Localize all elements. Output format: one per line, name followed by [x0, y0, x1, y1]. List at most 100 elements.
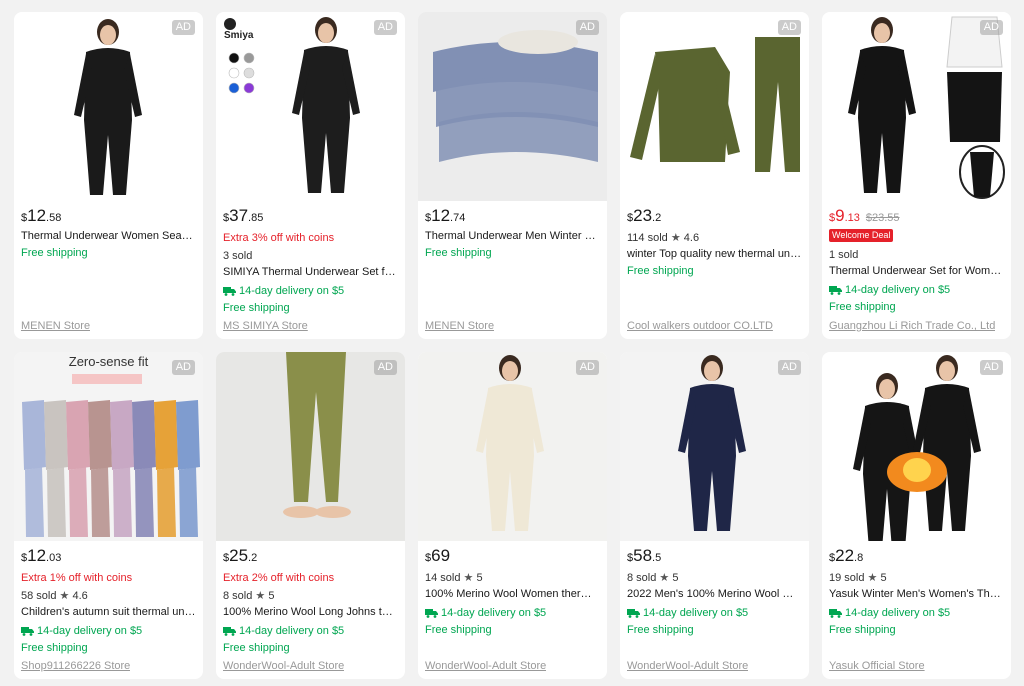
sales-rating-row: 8 sold ★ 5 — [627, 571, 802, 586]
sold-count: 58 sold — [21, 590, 57, 602]
price-decimal: .03 — [46, 552, 62, 564]
ad-badge: AD — [373, 360, 397, 375]
store-link[interactable]: Shop911266226 Store — [21, 660, 130, 672]
product-image[interactable]: AD — [620, 12, 809, 201]
delivery-text: 14-day delivery on $5 — [37, 625, 143, 637]
product-price: $12.03 — [21, 546, 196, 568]
free-shipping-label: Free shipping — [223, 302, 290, 314]
price-decimal: .74 — [450, 212, 466, 224]
store-link[interactable]: WonderWool-Adult Store — [425, 660, 546, 672]
delivery-info: 14-day delivery on $5 — [829, 283, 1004, 298]
product-image[interactable]: AD — [620, 352, 809, 541]
product-title[interactable]: Thermal Underwear Men Winter Fleece Line… — [425, 229, 600, 244]
store-link[interactable]: MENEN Store — [425, 320, 494, 332]
product-title[interactable]: winter Top quality new thermal underwear… — [627, 247, 802, 262]
star-icon: ★ — [252, 590, 269, 602]
free-shipping-label: Free shipping — [425, 624, 492, 636]
free-shipping-label: Free shipping — [223, 642, 290, 654]
price-integer: 12 — [27, 546, 47, 565]
free-shipping-label: Free shipping — [21, 247, 88, 259]
sold-count: 1 sold — [829, 249, 859, 261]
product-image[interactable]: Zero-sense fit AD — [14, 352, 203, 541]
product-price: $37.85 — [223, 206, 398, 228]
truck-icon — [21, 627, 34, 636]
rating-value: 5 — [476, 572, 483, 584]
product-image[interactable]: AD — [822, 12, 1011, 201]
product-card[interactable]: AD $25.2 Extra 2% off with coins 8 sold ★ 5… — [216, 352, 405, 679]
price-integer: 12 — [27, 206, 47, 225]
price-integer: 69 — [431, 546, 451, 565]
price-integer: 37 — [229, 206, 249, 225]
truck-icon — [425, 609, 438, 618]
product-title[interactable]: Yasuk Winter Men's Women's Thermal Under… — [829, 587, 1004, 602]
product-image[interactable]: Smiya AD — [216, 12, 405, 201]
product-card[interactable]: AD $9.13 $23.55 Welcome Deal 1 sold Thermal U… — [822, 12, 1011, 339]
store-link[interactable]: Yasuk Official Store — [829, 660, 925, 672]
product-title[interactable]: 100% Merino Wool Women thermal underwear… — [425, 587, 600, 602]
product-title[interactable]: Thermal Underwear Women Seamless Thermal… — [21, 229, 196, 244]
product-image[interactable]: AD — [418, 352, 607, 541]
sales-rating-row: 58 sold ★ 4.6 — [21, 589, 196, 604]
product-price: $12.58 — [21, 206, 196, 228]
delivery-text: 14-day delivery on $5 — [643, 607, 749, 619]
price-decimal: .13 — [844, 212, 860, 224]
rating-value: 4.6 — [72, 590, 88, 602]
sold-count: 14 sold — [425, 572, 461, 584]
rating-value: 5 — [880, 572, 887, 584]
price-decimal: .2 — [248, 552, 258, 564]
welcome-deal-badge: Welcome Deal — [829, 229, 894, 242]
product-card[interactable]: AD $23.2 114 sold ★ 4.6 winter Top quality … — [620, 12, 809, 339]
sales-rating-row: 1 sold — [829, 248, 1004, 263]
product-card[interactable]: AD $12.58Thermal Underwear Women Seamless… — [14, 12, 203, 339]
truck-icon — [627, 609, 640, 618]
product-price: $12.74 — [425, 207, 600, 228]
price-decimal: .5 — [652, 552, 662, 564]
product-image[interactable]: AD — [822, 352, 1011, 541]
product-card[interactable]: Zero-sense fit AD $12.03 Extra 1% off with … — [14, 352, 203, 679]
product-card[interactable]: AD $69 14 sold ★ 5 100% Merino Wool Women t… — [418, 352, 607, 679]
product-card[interactable]: Smiya AD $37.85 Extra 3% off with coins 3 so… — [216, 12, 405, 339]
ad-badge: AD — [777, 20, 801, 35]
delivery-info: 14-day delivery on $5 — [627, 606, 802, 621]
product-title[interactable]: Thermal Underwear Set for Women Fleece L… — [829, 264, 1004, 279]
product-price: $25.2 — [223, 546, 398, 568]
delivery-info: 14-day delivery on $5 — [425, 606, 600, 621]
product-title[interactable]: Children's autumn suit thermal underwear — [21, 605, 196, 620]
rating-value: 4.6 — [683, 232, 700, 244]
store-link[interactable]: Guangzhou Li Rich Trade Co., Ltd — [829, 320, 995, 332]
delivery-text: 14-day delivery on $5 — [845, 284, 951, 296]
product-image[interactable]: AD — [418, 12, 607, 201]
truck-icon — [829, 609, 842, 618]
store-link[interactable]: WonderWool-Adult Store — [223, 660, 344, 672]
product-title[interactable]: 100% Merino Wool Long Johns thermal pant… — [223, 605, 398, 620]
product-image[interactable]: AD — [216, 352, 405, 541]
store-link[interactable]: MENEN Store — [21, 320, 90, 332]
delivery-text: 14-day delivery on $5 — [239, 285, 345, 297]
sold-count: 114 sold — [627, 232, 668, 244]
sold-count: 3 sold — [223, 250, 253, 262]
delivery-info: 14-day delivery on $5 — [21, 624, 196, 639]
product-title[interactable]: SIMIYA Thermal Underwear Set for Women — [223, 265, 398, 280]
product-image[interactable]: AD — [14, 12, 203, 201]
product-card[interactable]: AD $58.5 8 sold ★ 5 2022 Men's 100% Merino … — [620, 352, 809, 679]
sold-count: 8 sold — [627, 572, 657, 584]
price-integer: 58 — [633, 546, 653, 565]
store-link[interactable]: WonderWool-Adult Store — [627, 660, 748, 672]
product-price: $9.13 $23.55 — [829, 207, 1004, 228]
star-icon: ★ — [460, 572, 477, 584]
product-card[interactable]: AD $22.8 19 sold ★ 5 Yasuk Winter Men's Wom… — [822, 352, 1011, 679]
product-card[interactable]: AD $12.74 Thermal Underwear Men Winter Fle… — [418, 12, 607, 339]
delivery-text: 14-day delivery on $5 — [845, 607, 951, 619]
coins-discount: Extra 3% off with coins — [223, 232, 335, 244]
price-integer: 22 — [835, 546, 855, 565]
free-shipping-label: Free shipping — [21, 642, 88, 654]
price-integer: 25 — [229, 546, 249, 565]
truck-icon — [223, 287, 236, 296]
coins-discount: Extra 2% off with coins — [223, 572, 335, 584]
product-price: $23.2 — [627, 207, 802, 228]
store-link[interactable]: MS SIMIYA Store — [223, 320, 308, 332]
brand-logo-text: Smiya — [224, 30, 254, 41]
delivery-info: 14-day delivery on $5 — [829, 606, 1004, 621]
store-link[interactable]: Cool walkers outdoor CO.LTD — [627, 320, 773, 332]
product-title[interactable]: 2022 Men's 100% Merino Wool Winter Therm… — [627, 587, 802, 602]
